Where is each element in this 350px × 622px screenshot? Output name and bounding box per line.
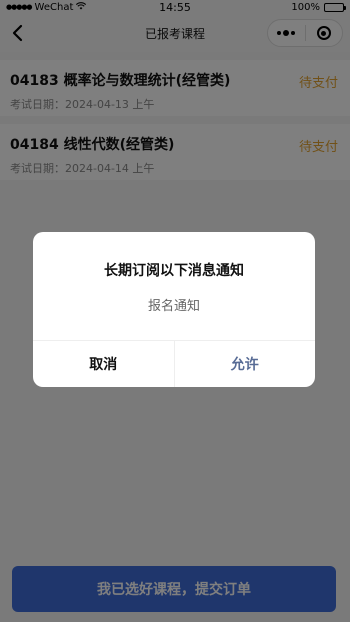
dialog-title: 长期订阅以下消息通知 (104, 263, 244, 279)
dialog-message: 报名通知 (147, 299, 200, 314)
cancel-button[interactable]: 取消 (33, 341, 175, 387)
allow-button[interactable]: 允许 (175, 341, 316, 387)
dialog-actions: 取消 允许 (33, 340, 315, 387)
subscribe-dialog: 长期订阅以下消息通知 报名通知 取消 允许 (33, 232, 315, 387)
